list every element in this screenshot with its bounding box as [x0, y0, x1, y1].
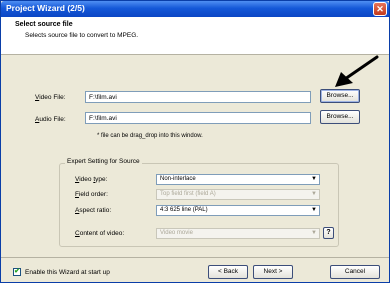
field-order-value: Top field first (field A) — [160, 191, 216, 197]
step-subtitle: Selects source file to convert to MPEG. — [25, 32, 139, 39]
back-button[interactable]: < Back — [208, 265, 248, 279]
title-bar[interactable]: Project Wizard (2/5) ✕ — [1, 1, 389, 17]
help-button[interactable]: ? — [323, 227, 334, 239]
content-of-video-label: Content of video: — [75, 230, 125, 237]
audio-file-label: Audio File: — [35, 116, 66, 123]
content-of-video-select: Video movie ▼ — [156, 228, 320, 239]
wizard-header: Select source file Selects source file t… — [1, 17, 389, 55]
audio-browse-button[interactable]: Browse... — [320, 110, 360, 124]
video-file-label: Video File: — [35, 94, 66, 101]
content-of-video-value: Video movie — [160, 230, 193, 236]
next-button[interactable]: Next > — [253, 265, 293, 279]
field-order-label: Field order: — [75, 191, 108, 198]
video-file-input[interactable]: F:\film.avi — [85, 91, 311, 103]
chevron-down-icon: ▼ — [309, 229, 319, 238]
video-type-value: Non-interlace — [160, 176, 196, 182]
window-title: Project Wizard (2/5) — [6, 3, 85, 13]
chevron-down-icon: ▼ — [309, 190, 319, 199]
project-wizard-window: Project Wizard (2/5) ✕ Select source fil… — [0, 0, 390, 283]
close-icon[interactable]: ✕ — [373, 2, 387, 16]
drag-drop-hint: * file can be drag_drop into this window… — [97, 133, 203, 139]
step-title: Select source file — [15, 21, 73, 28]
chevron-down-icon[interactable]: ▼ — [309, 206, 319, 215]
enable-wizard-checkbox[interactable]: ✔ — [13, 268, 21, 276]
enable-wizard-label: Enable this Wizard at start up — [25, 269, 110, 276]
arrow-pointer-icon — [335, 55, 379, 87]
video-type-label: Video type: — [75, 176, 108, 183]
video-type-select[interactable]: Non-interlace ▼ — [156, 174, 320, 185]
audio-file-input[interactable]: F:\film.avi — [85, 112, 311, 124]
chevron-down-icon[interactable]: ▼ — [309, 175, 319, 184]
cancel-button[interactable]: Cancel — [330, 265, 380, 279]
aspect-ratio-label: Aspect ratio: — [75, 207, 112, 214]
expert-settings-legend: Expert Setting for Source — [65, 158, 142, 165]
footer-divider — [1, 257, 389, 258]
field-order-select: Top field first (field A) ▼ — [156, 189, 320, 200]
aspect-ratio-select[interactable]: 4:3 625 line (PAL) ▼ — [156, 205, 320, 216]
aspect-ratio-value: 4:3 625 line (PAL) — [160, 207, 208, 213]
video-browse-button[interactable]: Browse... — [320, 89, 360, 103]
